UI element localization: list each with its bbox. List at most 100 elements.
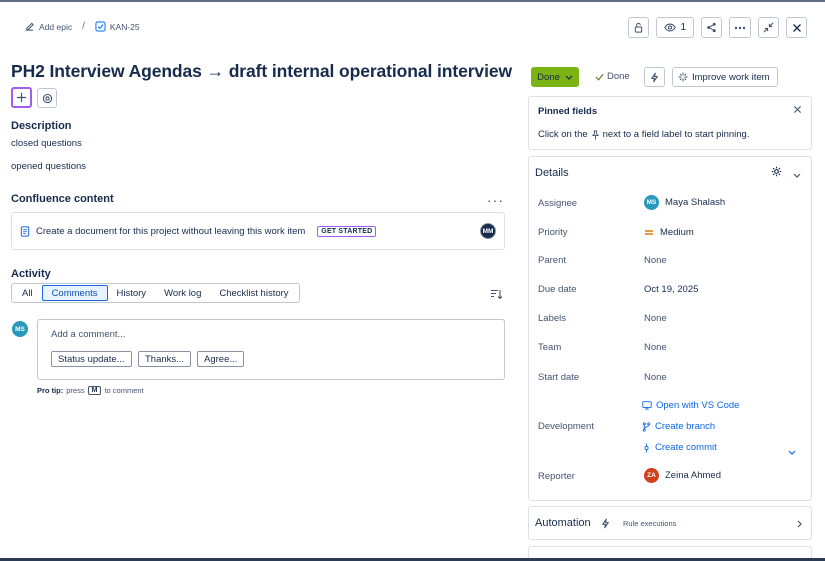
automation-panel[interactable]: Automation Rule executions: [528, 506, 812, 540]
details-settings-button[interactable]: [771, 166, 782, 180]
lightning-icon: [601, 518, 610, 532]
details-panel: Details Assignee MS Maya Shalash Priorit…: [528, 156, 812, 501]
create-branch-label: Create branch: [655, 421, 716, 432]
get-started-button[interactable]: GET STARTED: [317, 225, 377, 237]
issue-key-link[interactable]: KAN-25: [95, 21, 140, 32]
reporter-label: Reporter: [538, 471, 575, 482]
priority-medium-icon: [645, 230, 653, 235]
tab-all[interactable]: All: [13, 285, 42, 301]
more-icon: [734, 26, 746, 29]
status-label: Done: [537, 71, 560, 83]
chevron-down-icon: [788, 450, 796, 455]
pinned-fields-title: Pinned fields: [538, 106, 598, 117]
create-commit-link[interactable]: Create commit: [642, 442, 717, 453]
close-icon: [793, 105, 802, 114]
close-pinned-button[interactable]: [793, 105, 802, 117]
apps-button[interactable]: [37, 88, 57, 108]
create-branch-link[interactable]: Create branch: [642, 421, 715, 432]
issue-title[interactable]: PH2 Interview Agendas → draft internal o…: [11, 61, 512, 82]
lock-button[interactable]: [628, 17, 650, 38]
unlock-icon: [635, 22, 643, 33]
quick-reply-thanks[interactable]: Thanks...: [138, 351, 192, 367]
confluence-heading: Confluence content: [11, 193, 114, 205]
resolution: Done: [595, 71, 630, 82]
header-actions: 1: [628, 17, 807, 38]
tab-work-log[interactable]: Work log: [155, 285, 210, 301]
close-button[interactable]: [786, 17, 807, 38]
pro-tip: Pro tip: press M to comment: [37, 386, 144, 395]
start-date-field[interactable]: None: [644, 372, 667, 383]
resolution-label: Done: [607, 71, 630, 82]
pinned-fields-panel: Pinned fields Click on the next to a fie…: [528, 96, 812, 150]
development-expand-button[interactable]: [788, 446, 796, 458]
assignee-avatar: MS: [644, 195, 659, 210]
lightning-icon: [650, 72, 659, 82]
settings-icon: [42, 93, 52, 103]
add-epic-link[interactable]: Add epic: [24, 21, 72, 32]
description-heading: Description: [11, 120, 72, 132]
chevron-down-icon: [565, 75, 573, 80]
watch-button[interactable]: 1: [656, 17, 694, 38]
more-actions-button[interactable]: [729, 17, 751, 38]
open-vscode-link[interactable]: Open with VS Code: [642, 400, 739, 411]
reporter-field[interactable]: ZA Zeina Ahmed: [644, 468, 721, 483]
status-dropdown[interactable]: Done: [531, 67, 579, 87]
labels-field[interactable]: None: [644, 313, 667, 324]
watchers-count: 1: [680, 22, 686, 33]
parent-field[interactable]: None: [644, 255, 667, 266]
comment-input[interactable]: Add a comment...: [51, 329, 125, 340]
user-avatar: MS: [12, 321, 28, 337]
quick-reply-status-update[interactable]: Status update...: [51, 351, 132, 367]
assignee-field[interactable]: MS Maya Shalash: [644, 195, 725, 210]
development-label: Development: [538, 421, 594, 432]
quick-reply-agree[interactable]: Agree...: [197, 351, 245, 367]
pro-tip-label: Pro tip:: [37, 386, 64, 395]
priority-label: Priority: [538, 227, 568, 238]
details-collapse-button[interactable]: [793, 169, 801, 181]
activity-tabs: All Comments History Work log Checklist …: [11, 283, 300, 303]
priority-field[interactable]: Medium: [644, 227, 694, 238]
team-field[interactable]: None: [644, 342, 667, 353]
tab-history[interactable]: History: [108, 285, 156, 301]
chevron-down-icon: [793, 173, 801, 178]
issue-key: KAN-25: [109, 21, 140, 32]
due-date-field[interactable]: Oct 19, 2025: [644, 284, 698, 295]
close-icon: [792, 23, 801, 32]
open-vscode-label: Open with VS Code: [656, 400, 740, 411]
pro-tip-suffix: to comment: [104, 386, 144, 395]
assignee-value: Maya Shalash: [665, 197, 726, 208]
branch-icon: [642, 421, 651, 432]
plus-icon: [16, 92, 27, 103]
add-child-button[interactable]: [11, 87, 32, 108]
breadcrumb-separator: /: [82, 21, 85, 32]
share-button[interactable]: [701, 17, 722, 38]
description-line[interactable]: closed questions: [11, 138, 82, 149]
add-epic-label: Add epic: [39, 21, 73, 32]
description-line[interactable]: opened questions: [11, 161, 86, 172]
collapse-icon: [763, 22, 774, 33]
tab-checklist-history[interactable]: Checklist history: [210, 285, 297, 301]
document-icon: [20, 225, 30, 237]
reporter-value: Zeina Ahmed: [665, 470, 721, 481]
sort-icon: [491, 289, 503, 300]
share-icon: [707, 22, 716, 33]
commit-icon: [644, 443, 649, 452]
parent-label: Parent: [538, 255, 566, 266]
improve-label: Improve work item: [692, 71, 770, 83]
comment-editor[interactable]: Add a comment... Status update... Thanks…: [37, 319, 505, 380]
pro-tip-press: press: [66, 386, 85, 395]
reporter-avatar: ZA: [644, 468, 659, 483]
chevron-right-icon: [797, 519, 802, 531]
improve-work-item-button[interactable]: Improve work item: [672, 67, 778, 87]
minimize-button[interactable]: [758, 17, 779, 38]
sort-button[interactable]: [490, 289, 503, 303]
sparkle-icon: [678, 72, 688, 82]
tab-comments[interactable]: Comments: [41, 285, 108, 301]
confluence-panel: Create a document for this project witho…: [11, 212, 505, 250]
details-title[interactable]: Details: [535, 167, 569, 179]
rule-executions-label: Rule executions: [623, 519, 677, 528]
automation-button[interactable]: [644, 67, 665, 87]
team-label: Team: [538, 342, 562, 353]
labels-label: Labels: [538, 313, 566, 324]
confluence-more-button[interactable]: ···: [487, 192, 504, 208]
